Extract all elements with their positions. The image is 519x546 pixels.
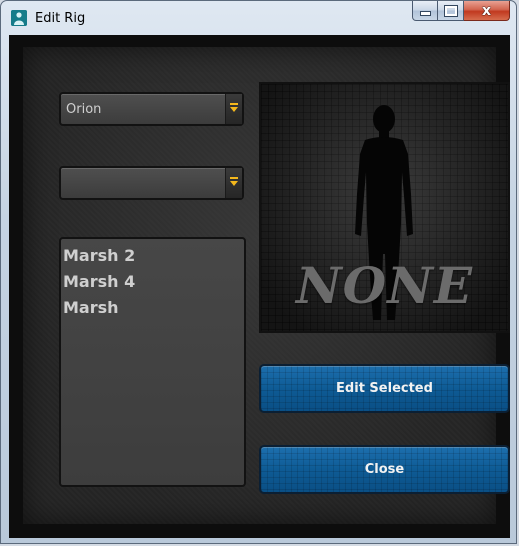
edit-selected-button[interactable]: Edit Selected [259, 364, 510, 413]
maximize-button[interactable] [438, 1, 464, 21]
list-item[interactable]: Marsh [63, 296, 244, 322]
title-bar[interactable]: Edit Rig x [1, 1, 516, 35]
edit-rig-window: Edit Rig x Orion Marsh 2 Marsh 4 Marsh N… [0, 0, 517, 544]
close-button[interactable]: Close [259, 445, 510, 494]
rig-preview: NONE [259, 82, 510, 333]
rig-select-value: Orion [66, 102, 102, 117]
client-area: Orion Marsh 2 Marsh 4 Marsh NONE Edit Se… [9, 35, 510, 538]
window-title: Edit Rig [35, 11, 86, 26]
rig-listbox[interactable]: Marsh 2 Marsh 4 Marsh [59, 237, 246, 487]
preview-none-label: NONE [295, 256, 474, 315]
close-icon: x [481, 2, 492, 19]
caption-buttons: x [412, 1, 510, 23]
list-item[interactable]: Marsh 2 [63, 244, 244, 270]
minimize-icon [419, 11, 431, 16]
content-panel: Orion Marsh 2 Marsh 4 Marsh NONE Edit Se… [23, 47, 510, 524]
close-window-button[interactable]: x [464, 1, 510, 21]
minimize-button[interactable] [412, 1, 438, 21]
maximize-icon [443, 4, 458, 17]
secondary-select-arrow-icon[interactable] [225, 168, 242, 198]
list-item[interactable]: Marsh 4 [63, 270, 244, 296]
rig-select-dropdown[interactable]: Orion [59, 92, 244, 126]
rig-select-arrow-icon[interactable] [225, 94, 242, 124]
app-rig-icon [11, 10, 27, 26]
secondary-select-dropdown[interactable] [59, 166, 244, 200]
